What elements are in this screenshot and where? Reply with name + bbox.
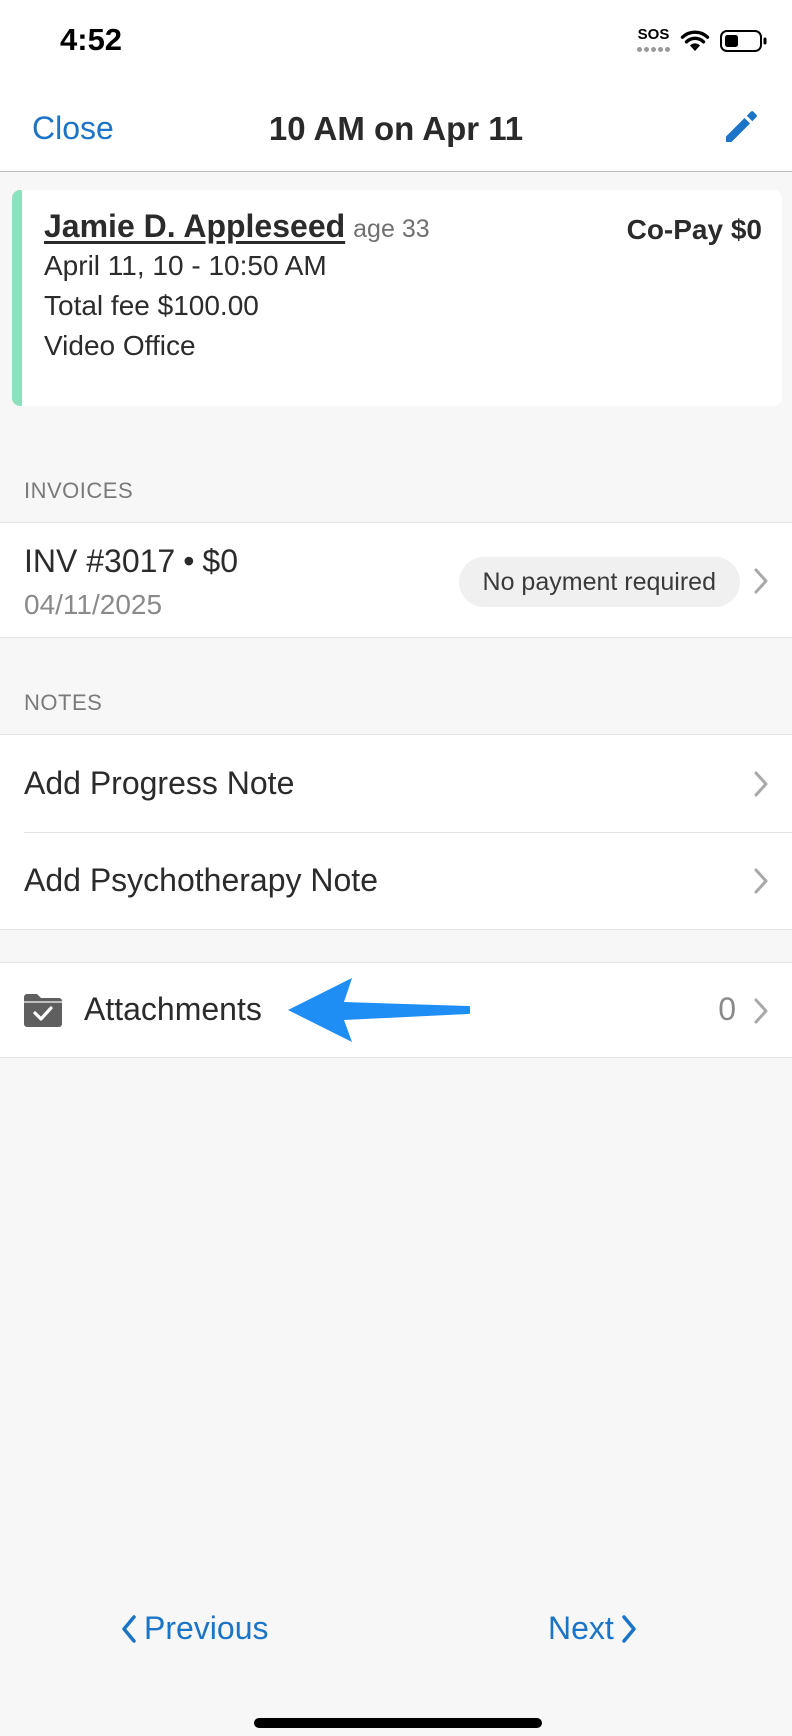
sos-icon: SOS — [637, 26, 670, 52]
pencil-icon[interactable] — [722, 106, 762, 146]
status-time: 4:52 — [60, 22, 123, 57]
invoice-date: 04/11/2025 — [24, 589, 163, 620]
next-button[interactable]: Next — [548, 1610, 638, 1647]
invoice-separator: • — [183, 543, 195, 579]
client-age: age 33 — [353, 215, 430, 243]
client-name-link[interactable]: Jamie D. Appleseed — [44, 208, 345, 245]
total-fee: Total fee $100.00 — [44, 290, 259, 321]
folder-check-icon — [24, 994, 62, 1027]
navigation-bar: Close 10 AM on Apr 11 — [0, 80, 792, 172]
home-indicator[interactable] — [254, 1718, 542, 1728]
next-label: Next — [548, 1610, 614, 1646]
attachments-label: Attachments — [84, 991, 262, 1027]
add-progress-note-row[interactable]: Add Progress Note — [0, 734, 792, 832]
appointment-card: Jamie D. Appleseed age 33 Co-Pay $0 Apri… — [12, 190, 782, 406]
appointment-time: April 11, 10 - 10:50 AM — [44, 250, 327, 281]
appointment-location: Video Office — [44, 330, 196, 361]
status-bar: 4:52 SOS — [0, 0, 792, 80]
client-name-row: Jamie D. Appleseed age 33 — [44, 208, 430, 245]
add-progress-note-label: Add Progress Note — [24, 765, 295, 801]
copay-amount: Co-Pay $0 — [626, 214, 762, 245]
chevron-right-icon — [754, 771, 768, 797]
invoices-section-header: INVOICES — [24, 478, 134, 503]
row-divider — [24, 832, 792, 833]
previous-button[interactable]: Previous — [120, 1610, 269, 1647]
notes-section-header: NOTES — [24, 690, 103, 715]
chevron-right-icon — [754, 868, 768, 894]
invoice-title: INV #3017 • $0 — [24, 543, 238, 580]
invoice-number: INV #3017 — [24, 543, 176, 579]
chevron-right-icon — [754, 998, 768, 1024]
close-button[interactable]: Close — [32, 110, 114, 147]
appointment-detail-screen: 4:52 SOS Close 10 AM on Apr 11 Jamie D. … — [0, 0, 792, 1736]
status-accent-bar — [12, 190, 22, 406]
wifi-icon — [680, 30, 710, 51]
attachments-count: 0 — [718, 991, 736, 1027]
previous-label: Previous — [144, 1610, 269, 1646]
payment-status-badge: No payment required — [458, 557, 740, 607]
chevron-right-icon — [622, 1614, 636, 1643]
battery-icon — [720, 30, 767, 52]
chevron-right-icon — [754, 568, 768, 594]
status-icons: SOS — [637, 26, 768, 56]
add-psychotherapy-note-label: Add Psychotherapy Note — [24, 862, 378, 898]
add-psychotherapy-note-row[interactable]: Add Psychotherapy Note — [0, 832, 792, 930]
invoice-row[interactable]: INV #3017 • $0 04/11/2025 No payment req… — [0, 522, 792, 638]
invoice-amount: $0 — [202, 543, 239, 579]
sos-label: SOS — [637, 26, 670, 43]
chevron-left-icon — [122, 1614, 136, 1643]
page-title: 10 AM on Apr 11 — [268, 110, 524, 147]
arrow-left-icon — [288, 978, 470, 1042]
